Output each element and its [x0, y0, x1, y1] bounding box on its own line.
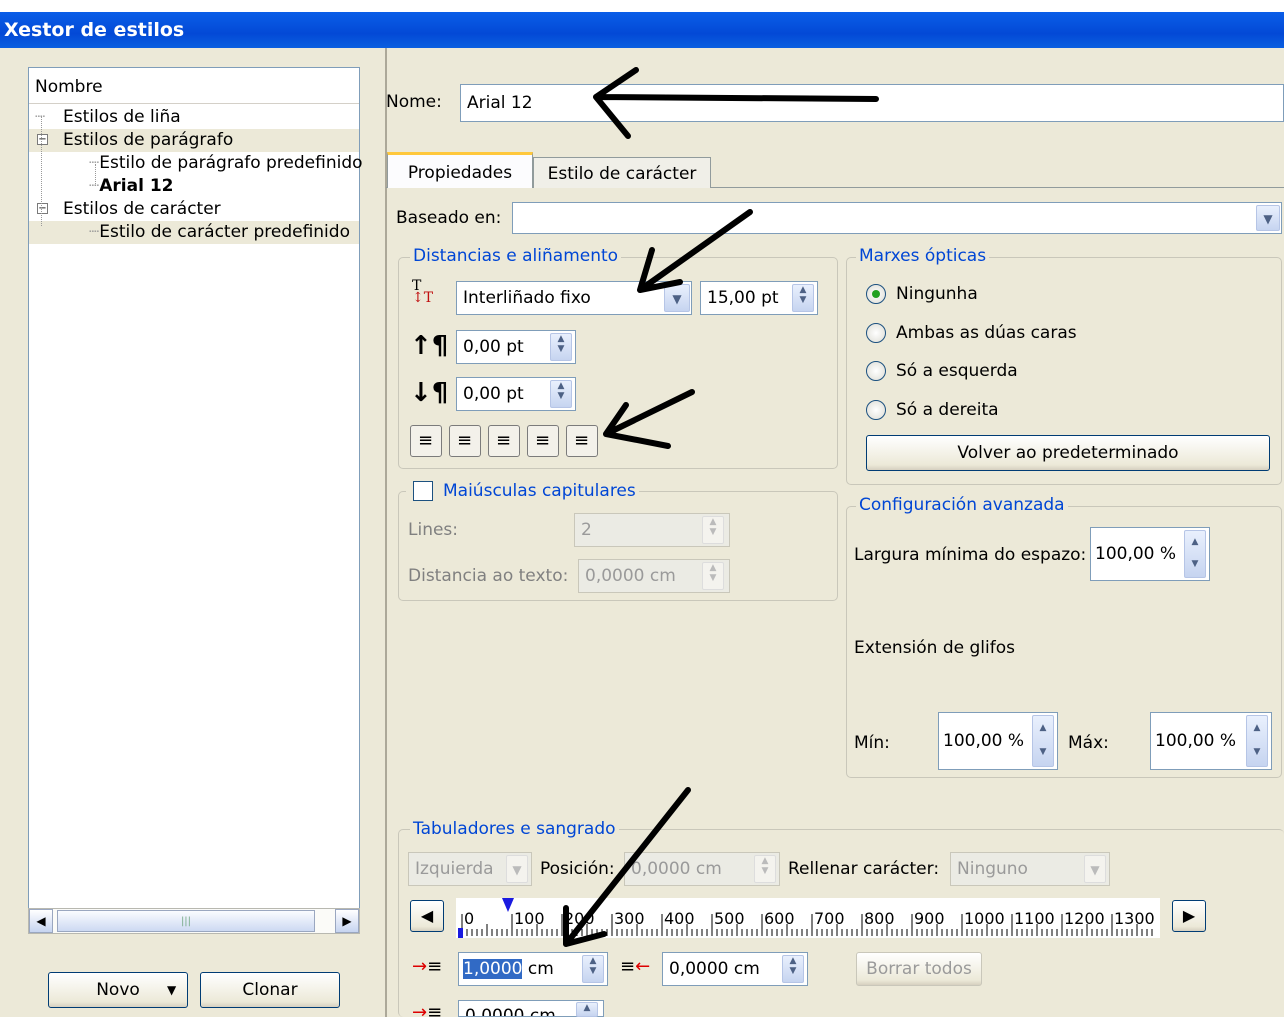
arrow-annotation-alignment	[603, 389, 695, 449]
arrow-annotation-first-indent	[563, 787, 691, 947]
arrow-annotation-line-spacing	[637, 209, 753, 293]
arrow-annotation-name	[593, 67, 879, 139]
annotation-arrows	[563, 67, 879, 947]
